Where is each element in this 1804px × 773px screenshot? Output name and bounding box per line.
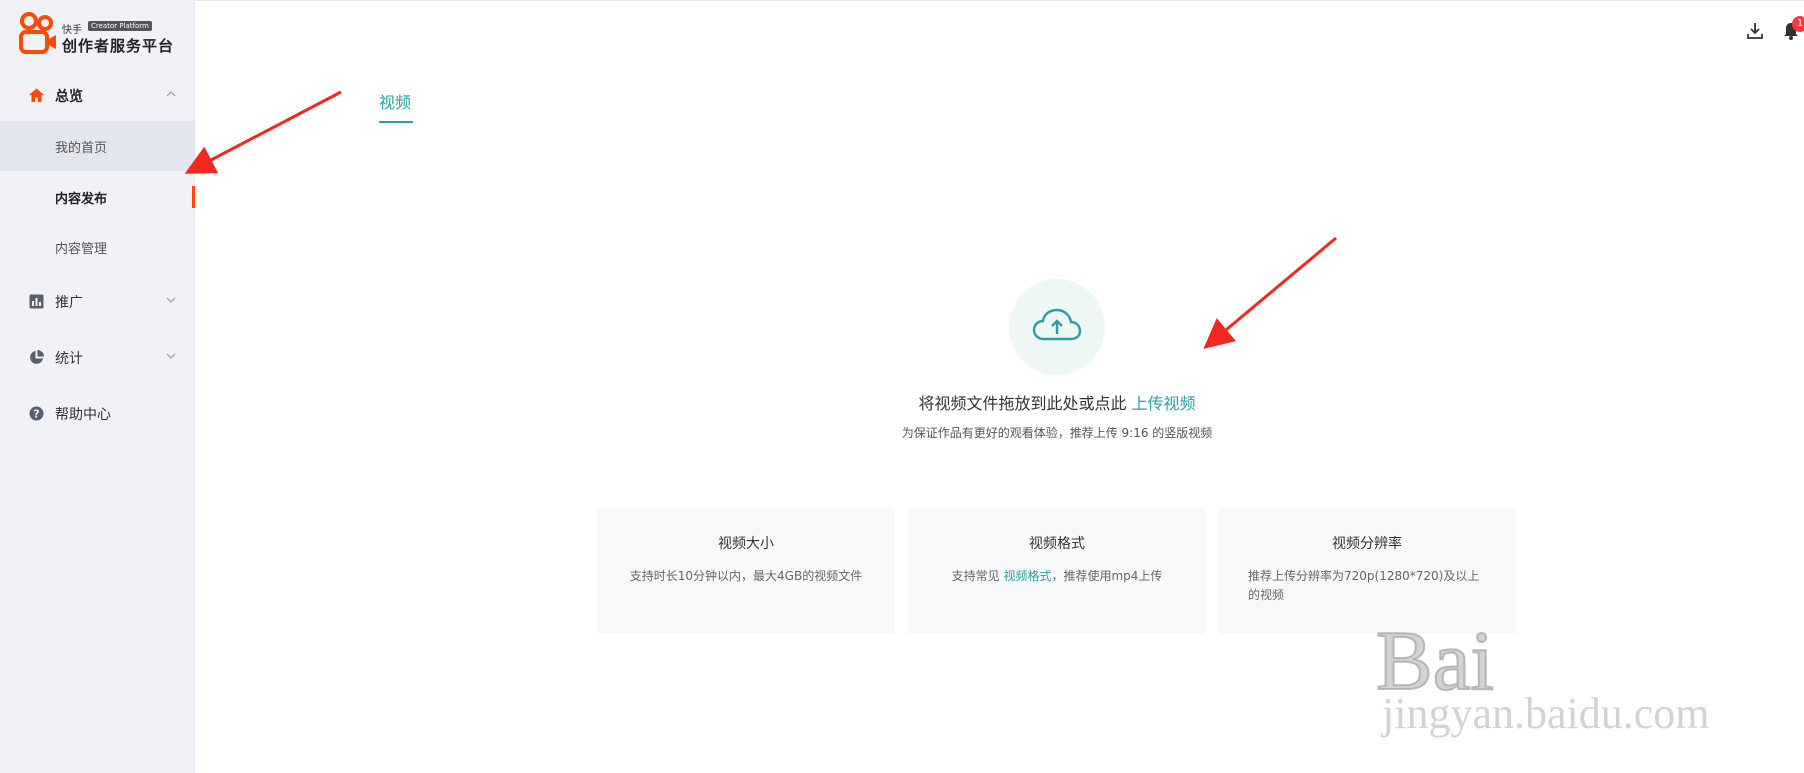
- bar-chart-icon: [29, 294, 44, 309]
- card-desc-prefix: 支持常见: [951, 569, 1000, 583]
- card-title: 视频格式: [1029, 536, 1085, 552]
- sidebar-group-label: 统计: [55, 351, 83, 367]
- notification-badge: 1: [1792, 16, 1804, 32]
- brand-small-label: 快手: [62, 25, 82, 36]
- upload-hint: 为保证作品有更好的观看体验，推荐上传 9:16 的竖版视频: [901, 426, 1213, 440]
- upload-prompt: 将视频文件拖放到此处或点此 上传视频: [0, 390, 1804, 414]
- arrow-to-content-publish: [184, 90, 342, 174]
- arrow-to-upload-icon: [1203, 236, 1337, 349]
- notification-button[interactable]: 1: [1780, 16, 1804, 42]
- sidebar: 快手 Creator Platform 创作者服务平台 总览 我的首页 内容发布…: [0, 0, 195, 773]
- sidebar-item-label: 内容管理: [55, 242, 108, 257]
- card-description: 推荐上传分辨率为720p(1280*720)及以上的视频: [1248, 569, 1480, 602]
- watermark-url: jingyan.baidu.com: [1382, 689, 1710, 738]
- video-format-link[interactable]: 视频格式: [1003, 569, 1051, 583]
- sidebar-item-content-publish[interactable]: 内容发布: [0, 172, 195, 222]
- tab-active-underline: [379, 121, 413, 123]
- download-icon[interactable]: [1744, 20, 1766, 42]
- top-border: [0, 0, 1804, 1]
- active-indicator: [192, 186, 195, 208]
- upload-prompt-text: 将视频文件拖放到此处或点此: [918, 394, 1127, 413]
- cloud-upload-icon: [1032, 308, 1082, 341]
- sidebar-item-label: 我的首页: [55, 141, 108, 156]
- home-icon: [29, 88, 44, 102]
- sidebar-item-content-manage[interactable]: 内容管理: [0, 222, 195, 272]
- chevron-up-icon: [166, 91, 176, 97]
- chevron-down-icon: [166, 353, 176, 359]
- card-desc-suffix: ，推荐使用mp4上传: [1051, 569, 1163, 583]
- upload-dropzone-icon[interactable]: [1009, 279, 1105, 375]
- sidebar-group-label: 总览: [55, 89, 83, 105]
- brand-logo[interactable]: 快手 Creator Platform 创作者服务平台: [18, 12, 188, 58]
- card-description: 支持常见 视频格式，推荐使用mp4上传: [938, 567, 1176, 586]
- annotation-arrows: [184, 90, 1337, 349]
- kuaishou-logo-icon: [19, 12, 56, 54]
- sidebar-item-home[interactable]: 我的首页: [0, 121, 195, 171]
- header-actions: 1: [1734, 16, 1804, 46]
- sidebar-group-promotion[interactable]: 推广: [0, 281, 195, 321]
- info-card-size: 视频大小 支持时长10分钟以内，最大4GB的视频文件: [597, 508, 895, 634]
- pie-chart-icon: [30, 350, 44, 364]
- card-title: 视频分辨率: [1332, 536, 1402, 552]
- sidebar-group-statistics[interactable]: 统计: [0, 337, 195, 377]
- info-card-format: 视频格式 支持常见 视频格式，推荐使用mp4上传: [908, 508, 1206, 634]
- chevron-down-icon: [166, 297, 176, 303]
- tab-video[interactable]: 视频: [379, 89, 411, 113]
- card-description: 支持时长10分钟以内，最大4GB的视频文件: [629, 569, 863, 583]
- creator-platform-badge: Creator Platform: [88, 21, 152, 31]
- upload-video-link[interactable]: 上传视频: [1132, 394, 1196, 413]
- brand-name: 创作者服务平台: [62, 37, 175, 55]
- sidebar-item-label: 内容发布: [55, 192, 108, 207]
- card-title: 视频大小: [718, 536, 774, 552]
- sidebar-group-label: 推广: [55, 295, 83, 311]
- sidebar-group-overview[interactable]: 总览: [0, 75, 195, 115]
